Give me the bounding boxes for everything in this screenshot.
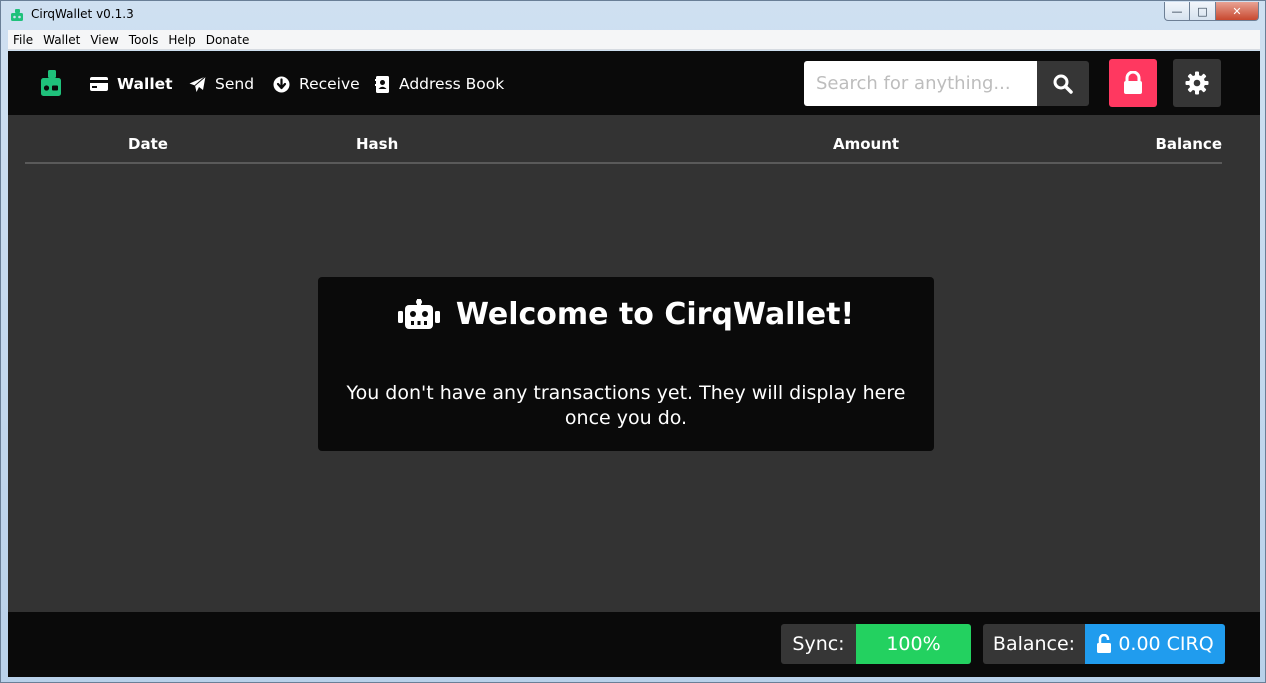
paper-plane-icon — [189, 75, 206, 92]
nav-receive-label: Receive — [299, 75, 360, 93]
menu-bar: File Wallet View Tools Help Donate — [8, 30, 1260, 50]
column-amount[interactable]: Amount — [833, 135, 899, 153]
app-wallet-icon — [11, 9, 23, 21]
close-button[interactable]: ✕ — [1216, 2, 1259, 21]
menu-tools[interactable]: Tools — [124, 33, 164, 47]
menu-wallet[interactable]: Wallet — [38, 33, 85, 47]
settings-button[interactable] — [1173, 59, 1221, 107]
gear-icon — [1185, 71, 1209, 95]
column-date[interactable]: Date — [128, 135, 168, 153]
welcome-card: Welcome to CirqWallet! You don't have an… — [318, 277, 934, 451]
nav-receive[interactable]: Receive — [273, 73, 360, 95]
robot-icon — [397, 298, 440, 329]
credit-card-icon — [90, 77, 108, 91]
brand-wallet-icon[interactable] — [39, 69, 63, 97]
status-bar: Sync: 100% Balance: 0.00 CIRQ — [8, 612, 1260, 677]
balance-label: Balance: — [983, 624, 1085, 664]
search-icon — [1053, 74, 1073, 94]
nav-wallet-label: Wallet — [117, 75, 173, 93]
unlock-icon — [1097, 634, 1112, 653]
nav-address-book[interactable]: Address Book — [375, 73, 504, 95]
nav-address-book-label: Address Book — [399, 75, 505, 93]
transactions-table-header: Date Hash Amount Balance — [25, 129, 1222, 164]
minimize-button[interactable]: — — [1164, 2, 1190, 21]
sync-label: Sync: — [781, 624, 856, 664]
window-title: CirqWallet v0.1.3 — [31, 7, 134, 21]
top-navbar: Wallet Send Receive Address Book Search … — [8, 51, 1260, 115]
menu-view[interactable]: View — [85, 33, 123, 47]
app-window: CirqWallet v0.1.3 — □ ✕ File Wallet View… — [0, 0, 1266, 683]
lock-wallet-button[interactable] — [1109, 59, 1157, 107]
column-balance[interactable]: Balance — [1155, 135, 1222, 153]
menu-file[interactable]: File — [8, 33, 38, 47]
lock-icon — [1124, 71, 1142, 94]
address-book-icon — [375, 75, 389, 93]
search-button[interactable] — [1037, 61, 1089, 106]
app-content: Wallet Send Receive Address Book Search … — [8, 51, 1260, 677]
search-input[interactable] — [804, 61, 1037, 106]
nav-wallet[interactable]: Wallet — [90, 73, 173, 95]
arrow-circle-down-icon — [273, 76, 290, 92]
nav-send[interactable]: Send — [189, 73, 254, 95]
welcome-heading: Welcome to CirqWallet! — [318, 297, 934, 332]
sync-status-badge: 100% — [856, 624, 971, 664]
nav-send-label: Send — [215, 75, 255, 93]
title-bar[interactable]: CirqWallet v0.1.3 — □ ✕ — [1, 1, 1265, 30]
maximize-button[interactable]: □ — [1190, 2, 1216, 21]
menu-help[interactable]: Help — [163, 33, 200, 47]
window-controls: — □ ✕ — [1164, 2, 1259, 22]
column-hash[interactable]: Hash — [356, 135, 398, 153]
balance-badge[interactable]: 0.00 CIRQ — [1085, 624, 1225, 664]
balance-value: 0.00 CIRQ — [1118, 633, 1214, 655]
welcome-title: Welcome to CirqWallet! — [455, 297, 855, 332]
menu-donate[interactable]: Donate — [201, 33, 255, 47]
welcome-message: You don't have any transactions yet. The… — [346, 382, 906, 429]
